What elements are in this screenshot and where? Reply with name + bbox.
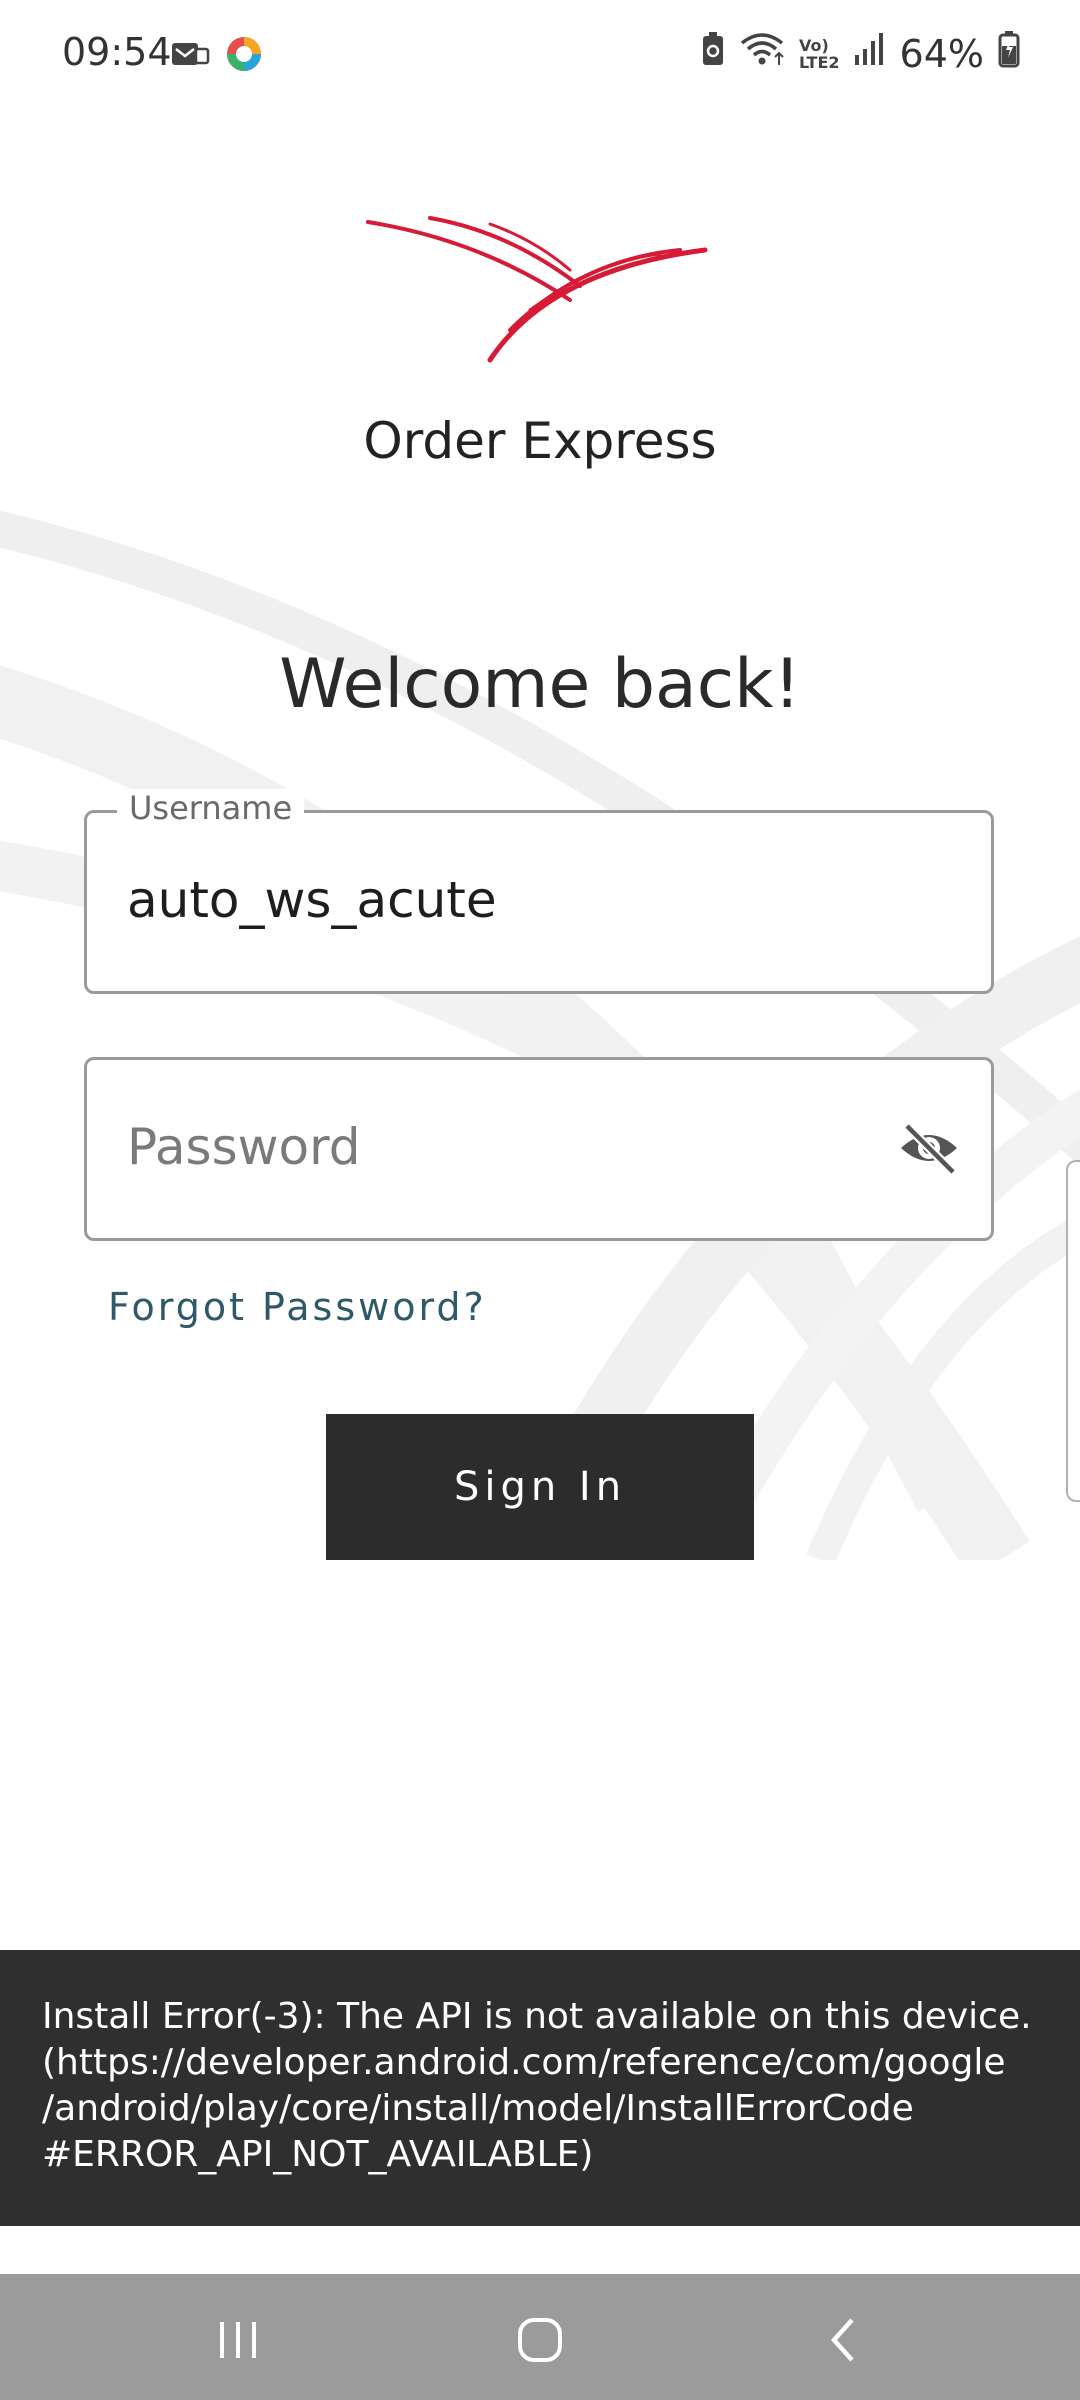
snackbar-line: /android/play/core/install/model/Install… — [42, 2088, 914, 2129]
snackbar-line: #ERROR_API_NOT_AVAILABLE) — [42, 2134, 594, 2175]
order-express-logo — [366, 216, 708, 363]
username-field[interactable]: Username — [84, 789, 994, 994]
welcome-heading: Welcome back! — [279, 645, 801, 724]
eye-slash-icon[interactable] — [897, 1120, 961, 1176]
password-field[interactable] — [84, 1057, 994, 1241]
username-input[interactable] — [127, 871, 907, 929]
password-input[interactable] — [127, 1118, 907, 1176]
forgot-password-link[interactable]: Forgot Password? — [108, 1285, 487, 1329]
brand-name: Order Express — [363, 412, 717, 470]
side-edge-panel-handle[interactable] — [1066, 1160, 1080, 1502]
install-error-snackbar: Install Error(-3): The API is not availa… — [0, 1950, 1080, 2226]
username-label: Username — [117, 789, 305, 827]
snackbar-line: (https://developer.android.com/reference… — [42, 2042, 1006, 2083]
navigation-bar — [0, 2274, 1080, 2400]
snackbar-line: Install Error(-3): The API is not availa… — [42, 1996, 1032, 2037]
back-icon[interactable] — [814, 2310, 874, 2370]
sign-in-button[interactable]: Sign In — [326, 1414, 754, 1560]
recent-apps-icon[interactable] — [208, 2310, 268, 2370]
home-icon[interactable] — [510, 2310, 570, 2370]
